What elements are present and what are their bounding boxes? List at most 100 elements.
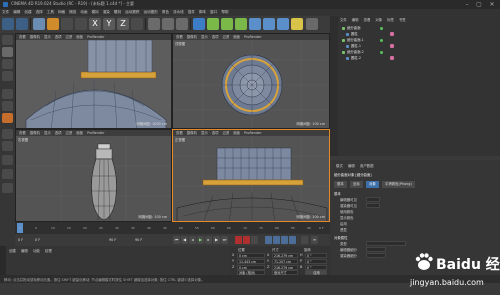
menu-animate[interactable]: 动画	[78, 9, 89, 16]
menu-icon[interactable]: ≡	[311, 236, 318, 244]
editor-subdivision-field[interactable]	[366, 247, 386, 252]
render-view-icon[interactable]	[148, 18, 160, 30]
menu-select[interactable]: 选择	[34, 9, 45, 16]
edges-mode-icon[interactable]	[2, 101, 13, 111]
rotation-key-icon[interactable]	[281, 236, 288, 244]
tab-basic[interactable]: 基本	[334, 181, 347, 188]
menu-window[interactable]: 窗口	[208, 9, 219, 16]
menu-create[interactable]: 创建	[22, 9, 33, 16]
am-menu-edit[interactable]: 编辑	[346, 163, 357, 169]
deformer-icon[interactable]	[249, 18, 261, 30]
object-row[interactable]: 圆柱	[346, 32, 358, 37]
tweak-icon[interactable]	[2, 141, 13, 151]
keyframe-selection-icon[interactable]	[251, 236, 258, 244]
rot-h-field[interactable]: 0 °	[305, 253, 327, 258]
model-mode-icon[interactable]	[2, 47, 13, 57]
rotate-icon[interactable]	[75, 18, 87, 30]
menu-character[interactable]: 角色	[160, 9, 171, 16]
next-key-icon[interactable]: ▶	[213, 236, 220, 244]
texture-mode-icon[interactable]	[2, 59, 13, 69]
viewport-perspective[interactable]: 查看 摄像机 显示 选项 过滤 面板 ProRender 透视视图 网格间距: …	[15, 33, 172, 129]
menu-sculpt[interactable]: 雕刻	[112, 9, 123, 16]
timeline[interactable]: 0 5 10 15 20 25 30 35 40 45 50 55 60 65 …	[15, 222, 330, 234]
axis-y-icon[interactable]: Y	[103, 18, 115, 30]
close-button[interactable]: ✕	[487, 1, 497, 8]
object-row[interactable]: 细分曲面.1	[342, 38, 364, 43]
tab-phong[interactable]: 平滑着色(Phong)	[382, 181, 415, 188]
snap-icon[interactable]	[2, 155, 13, 165]
visibility-icon[interactable]	[380, 27, 383, 30]
prev-key-icon[interactable]: ◀	[181, 236, 188, 244]
object-row[interactable]: 圆柱.2	[346, 56, 361, 61]
tab-coord[interactable]: 坐标	[350, 181, 363, 188]
render-picture-viewer-icon[interactable]	[162, 18, 174, 30]
menu-simulate[interactable]: 模拟	[90, 9, 101, 16]
phong-tag-icon[interactable]	[390, 56, 394, 60]
preview-end-field[interactable]: 90 F	[135, 236, 142, 244]
coordinate-system-icon[interactable]	[131, 18, 143, 30]
viewport-top[interactable]: 查看 摄像机 显示 选项 过滤 面板 ProRender 顶视图 网格间距: 1…	[172, 33, 330, 129]
next-frame-icon[interactable]: ▸	[205, 236, 212, 244]
menu-pipeline[interactable]: 流水线	[171, 9, 186, 16]
lock-workplane-icon[interactable]	[2, 169, 13, 179]
make-editable-icon[interactable]	[2, 35, 13, 45]
menu-plugins[interactable]: 插件	[186, 9, 197, 16]
scale-icon[interactable]	[61, 18, 73, 30]
live-select-icon[interactable]	[33, 18, 45, 30]
solo-icon[interactable]	[2, 183, 13, 193]
visibility-icon[interactable]	[380, 39, 383, 42]
object-row[interactable]: 细分曲面	[342, 26, 361, 31]
menu-file[interactable]: 文件	[0, 9, 11, 16]
subdivision-icon[interactable]	[221, 18, 233, 30]
menu-mesh[interactable]: 网格	[56, 9, 67, 16]
om-menu-objects[interactable]: 对象	[375, 17, 382, 22]
menu-mograph[interactable]: 运动图形	[141, 9, 159, 16]
material-side-tab[interactable]	[0, 246, 6, 275]
parameter-key-icon[interactable]	[289, 236, 296, 244]
am-menu-userdata[interactable]: 用户数据	[358, 163, 376, 169]
object-row[interactable]: 细分曲面.2	[342, 50, 364, 55]
autokey-icon[interactable]	[243, 236, 250, 244]
maximize-button[interactable]: ▢	[474, 1, 484, 8]
om-menu-view[interactable]: 查看	[364, 17, 371, 22]
position-key-icon[interactable]	[265, 236, 272, 244]
current-frame-field[interactable]: 0 F	[35, 236, 40, 244]
axis-x-icon[interactable]: X	[89, 18, 101, 30]
start-frame-field[interactable]: 0 F	[18, 236, 23, 244]
viewport-right[interactable]: 查看 摄像机 显示 选项 过滤 面板 ProRender 右视图 网格间距: 1…	[15, 129, 172, 222]
pen-icon[interactable]	[207, 18, 219, 30]
am-menu-mode[interactable]: 模式	[334, 163, 345, 169]
light-icon[interactable]	[291, 18, 303, 30]
mat-menu-create[interactable]: 创建	[9, 248, 16, 253]
size-y-field[interactable]: 71.207 cm	[272, 259, 298, 264]
workplane-icon[interactable]	[2, 71, 13, 81]
goto-start-icon[interactable]: ⏮	[173, 236, 180, 244]
menu-tools[interactable]: 工具	[45, 9, 56, 16]
mat-menu-function[interactable]: 功能	[33, 248, 40, 253]
tab-object[interactable]: 对象	[366, 181, 379, 188]
phong-tag-icon[interactable]	[390, 44, 394, 48]
render-settings-icon[interactable]	[176, 18, 188, 30]
pos-y-field[interactable]: 11.443 cm	[237, 259, 265, 264]
type-select[interactable]	[366, 241, 406, 246]
size-x-field[interactable]: 216.279 cm	[272, 253, 298, 258]
axis-z-icon[interactable]: Z	[117, 18, 129, 30]
move-icon[interactable]	[47, 18, 59, 30]
mat-menu-edit[interactable]: 编辑	[21, 248, 28, 253]
scale-key-icon[interactable]	[273, 236, 280, 244]
visible-editor-select[interactable]	[366, 197, 380, 202]
viewport-front[interactable]: 查看 摄像机 显示 选项 过滤 面板 ProRender 正视图 网格间距: 1…	[172, 129, 330, 222]
menu-motion-tracking[interactable]: 运动跟踪	[123, 9, 141, 16]
phong-tag-icon[interactable]	[390, 32, 394, 36]
menu-render[interactable]: 渲染	[101, 9, 112, 16]
om-menu-file[interactable]: 文件	[340, 17, 347, 22]
layout-icon[interactable]	[306, 18, 318, 30]
play-icon[interactable]: ▶	[197, 236, 204, 244]
mat-menu-texture[interactable]: 纹理	[45, 248, 52, 253]
camera-icon[interactable]	[277, 18, 289, 30]
render-subdivision-field[interactable]	[366, 253, 386, 258]
points-mode-icon[interactable]	[2, 89, 13, 99]
object-row[interactable]: 圆柱.1	[346, 44, 361, 49]
menu-help[interactable]: 帮助	[219, 9, 230, 16]
goto-end-icon[interactable]: ⏭	[221, 236, 228, 244]
